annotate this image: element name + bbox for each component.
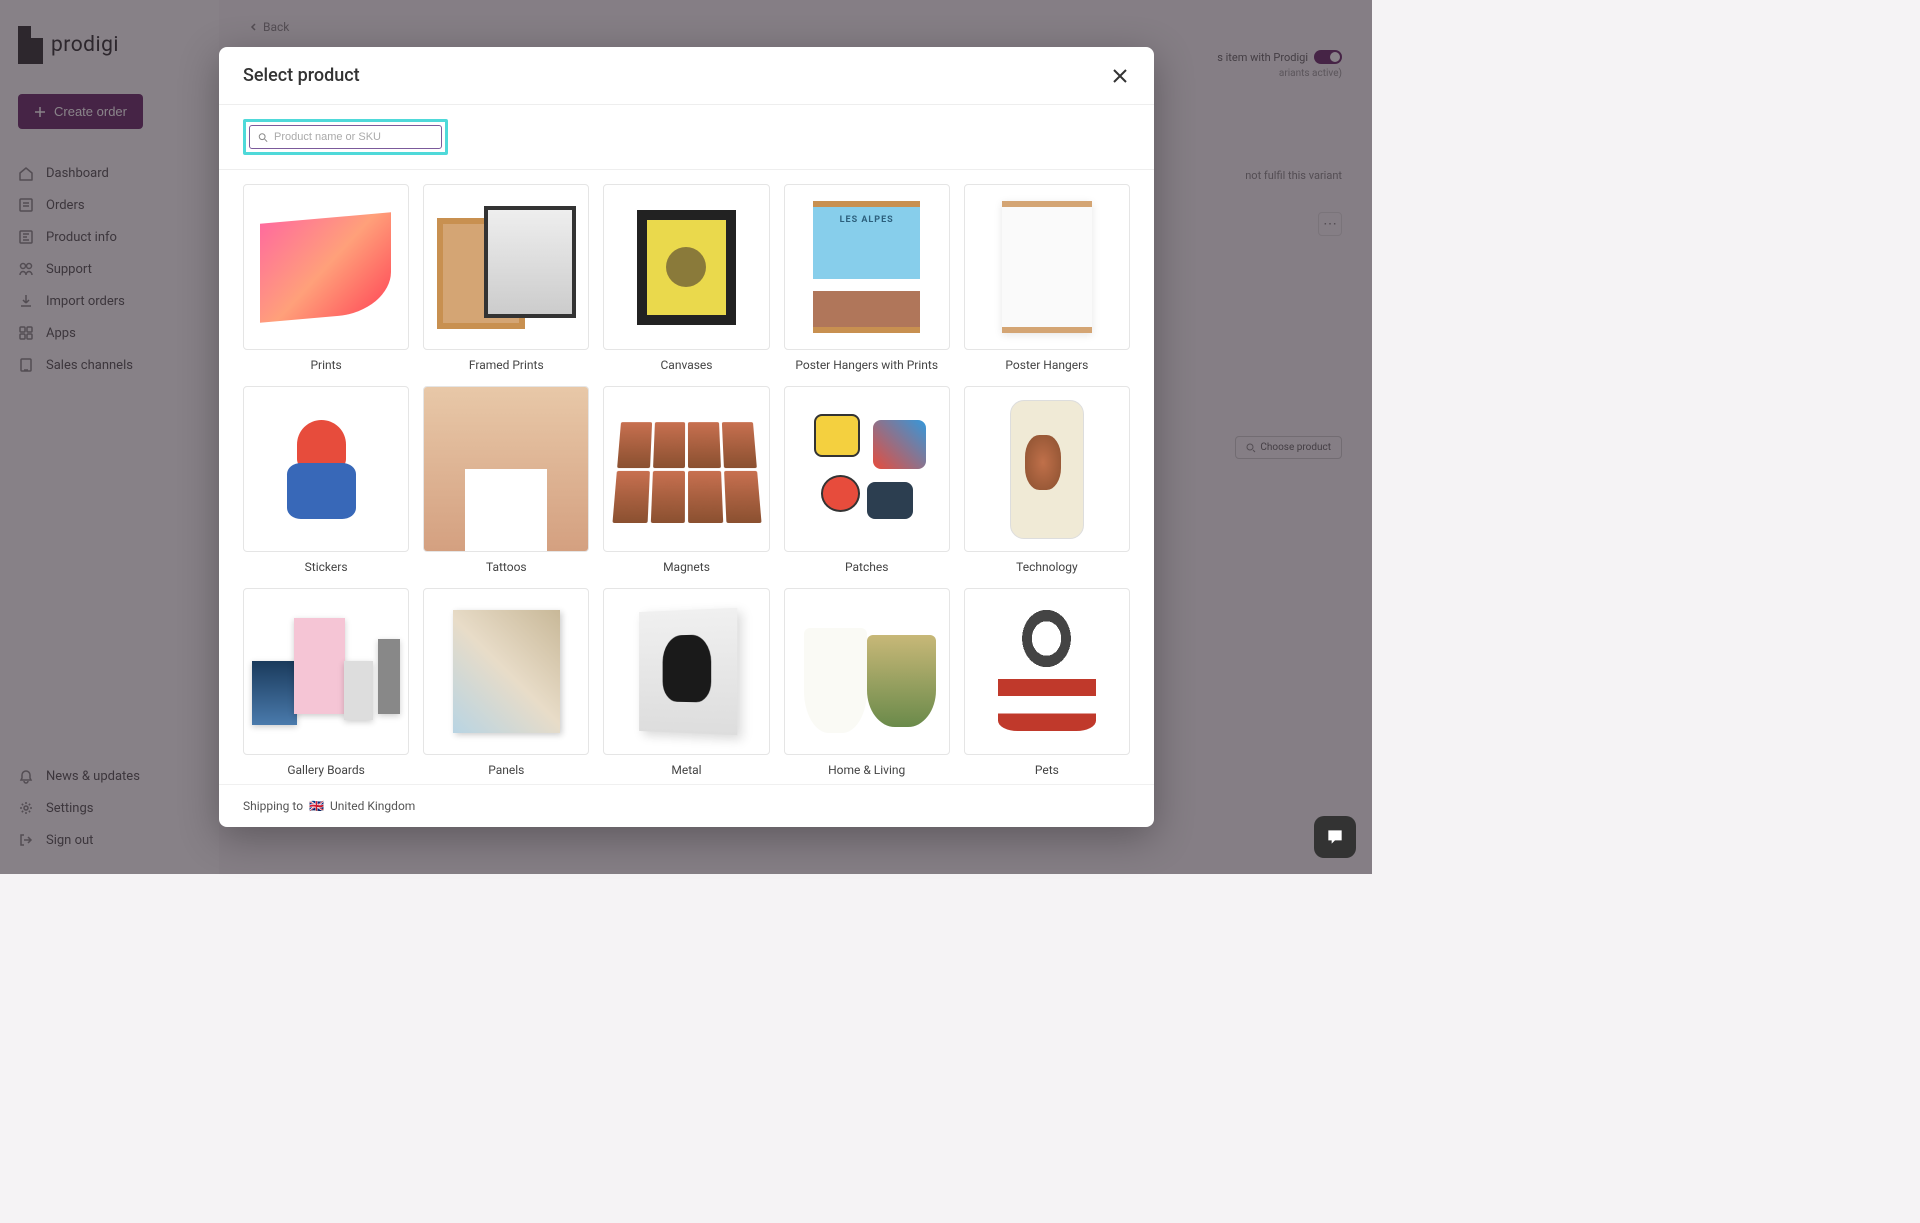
category-framed-prints-label: Framed Prints	[423, 358, 589, 372]
category-gallery-boards-image	[243, 588, 409, 754]
category-tattoos-image	[423, 386, 589, 552]
flag-icon: 🇬🇧	[309, 799, 324, 813]
modal-header: Select product	[219, 47, 1154, 104]
category-stickers-label: Stickers	[243, 560, 409, 574]
close-button[interactable]	[1110, 66, 1130, 86]
category-patches-label: Patches	[784, 560, 950, 574]
category-patches-image	[784, 386, 950, 552]
category-technology-image	[964, 386, 1130, 552]
close-icon	[1110, 66, 1130, 86]
category-pets-image	[964, 588, 1130, 754]
category-prints[interactable]: Prints	[243, 184, 409, 372]
category-canvases-label: Canvases	[603, 358, 769, 372]
category-stickers-image	[243, 386, 409, 552]
category-metal-image	[603, 588, 769, 754]
category-pets[interactable]: Pets	[964, 588, 1130, 776]
chat-icon	[1325, 827, 1345, 847]
category-poster-hangers-label: Poster Hangers	[964, 358, 1130, 372]
category-metal[interactable]: Metal	[603, 588, 769, 776]
category-home-living-label: Home & Living	[784, 763, 950, 777]
category-tattoos-label: Tattoos	[423, 560, 589, 574]
search-highlight	[243, 119, 448, 155]
modal-footer: Shipping to 🇬🇧 United Kingdom	[219, 784, 1154, 827]
select-product-modal: Select product Prints Framed Prints Canvas…	[219, 47, 1154, 827]
shipping-prefix: Shipping to	[243, 799, 303, 813]
category-framed-prints[interactable]: Framed Prints	[423, 184, 589, 372]
category-technology[interactable]: Technology	[964, 386, 1130, 574]
category-framed-prints-image	[423, 184, 589, 350]
category-panels-image	[423, 588, 589, 754]
category-poster-hangers-image	[964, 184, 1130, 350]
category-gallery-boards-label: Gallery Boards	[243, 763, 409, 777]
category-stickers[interactable]: Stickers	[243, 386, 409, 574]
shipping-country[interactable]: United Kingdom	[330, 799, 415, 813]
category-poster-hangers-prints-image	[784, 184, 950, 350]
category-canvases-image	[603, 184, 769, 350]
category-poster-hangers[interactable]: Poster Hangers	[964, 184, 1130, 372]
category-tattoos[interactable]: Tattoos	[423, 386, 589, 574]
search-input-wrap	[249, 125, 442, 149]
category-magnets-image	[603, 386, 769, 552]
category-metal-label: Metal	[603, 763, 769, 777]
category-poster-hangers-prints[interactable]: Poster Hangers with Prints	[784, 184, 950, 372]
chat-button[interactable]	[1314, 816, 1356, 858]
search-bar	[219, 104, 1154, 170]
category-poster-hangers-prints-label: Poster Hangers with Prints	[784, 358, 950, 372]
category-panels[interactable]: Panels	[423, 588, 589, 776]
category-patches[interactable]: Patches	[784, 386, 950, 574]
category-home-living-image	[784, 588, 950, 754]
category-pets-label: Pets	[964, 763, 1130, 777]
search-icon	[258, 132, 268, 143]
category-gallery-boards[interactable]: Gallery Boards	[243, 588, 409, 776]
category-panels-label: Panels	[423, 763, 589, 777]
category-magnets[interactable]: Magnets	[603, 386, 769, 574]
search-input[interactable]	[274, 131, 433, 143]
category-magnets-label: Magnets	[603, 560, 769, 574]
category-home-living[interactable]: Home & Living	[784, 588, 950, 776]
category-prints-label: Prints	[243, 358, 409, 372]
category-prints-image	[243, 184, 409, 350]
modal-title: Select product	[243, 65, 360, 86]
category-canvases[interactable]: Canvases	[603, 184, 769, 372]
modal-body[interactable]: Prints Framed Prints Canvases Poster Hanger…	[219, 170, 1154, 784]
category-technology-label: Technology	[964, 560, 1130, 574]
